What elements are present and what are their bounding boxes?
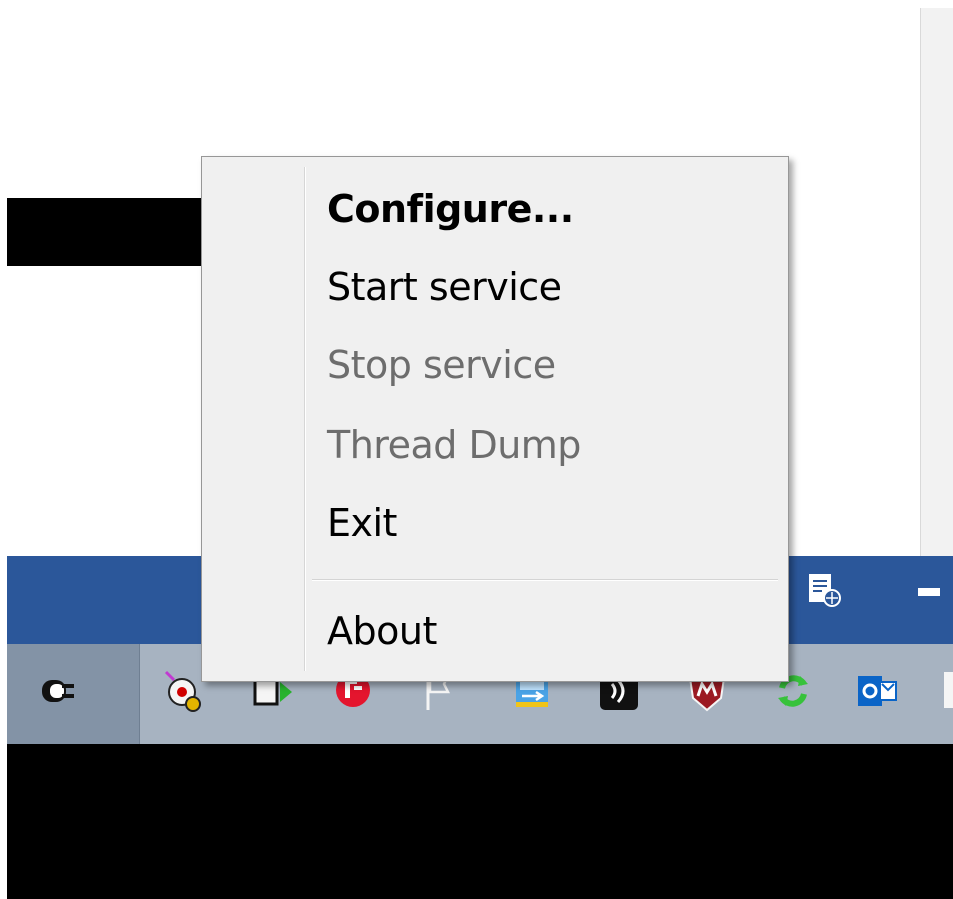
menu-item-about[interactable]: About [206,595,784,667]
menu-item-configure[interactable]: Configure... [206,173,784,245]
menu-item-label: Thread Dump [327,423,581,467]
menu-item-start-service[interactable]: Start service [206,251,784,323]
menu-item-label: Configure... [327,187,574,231]
outlook-icon[interactable] [854,668,900,714]
context-menu: Configure... Start service Stop service … [201,156,789,682]
menu-item-thread-dump: Thread Dump [206,409,784,481]
window-right-edge [920,8,953,560]
menu-item-label: Stop service [327,343,556,387]
gear-notification-icon[interactable] [160,668,206,714]
menu-item-label: About [327,609,437,653]
menu-item-exit[interactable]: Exit [206,487,784,559]
menu-item-label: Exit [327,501,397,545]
menu-item-stop-service: Stop service [206,329,784,401]
black-lower-area [7,744,953,899]
menu-item-label: Start service [327,265,562,309]
minimize-dash-icon[interactable] [918,588,940,596]
menu-separator [312,579,778,581]
tray-overflow-icon[interactable] [944,672,953,708]
document-globe-icon[interactable] [806,572,842,608]
power-plug-icon[interactable] [34,668,80,714]
black-bar [7,198,207,266]
